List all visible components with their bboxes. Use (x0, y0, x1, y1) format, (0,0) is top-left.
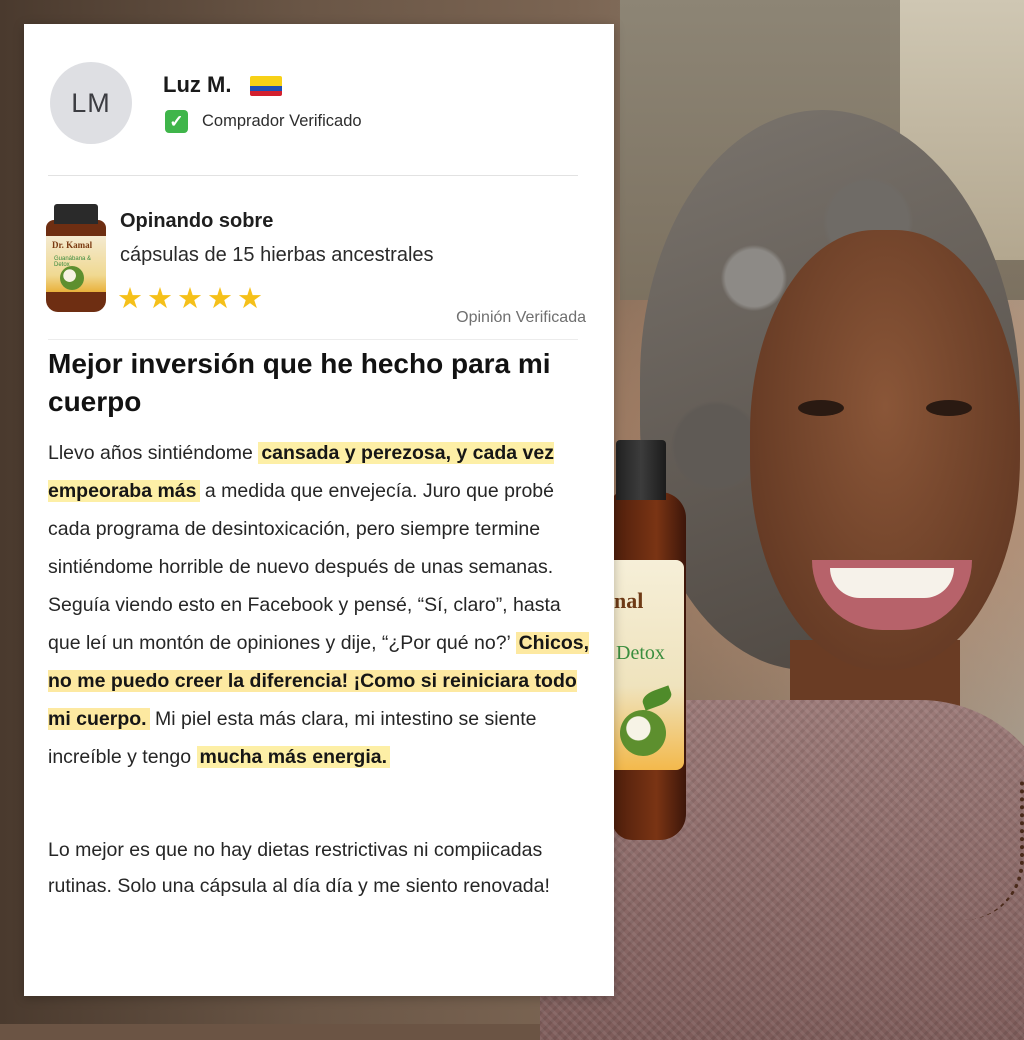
checkmark-icon: ✓ (165, 110, 188, 133)
highlighted-text: mucha más energia. (196, 746, 391, 768)
review-title: Mejor inversión que he hecho para mi cue… (48, 348, 551, 417)
teeth (830, 568, 954, 598)
review-card: LM Luz M. ✓ Comprador Verificado Dr. Kam… (24, 24, 614, 996)
reviewing-heading: Opinando sobre (120, 210, 274, 232)
fruit-icon (60, 266, 84, 290)
star-rating: ★ ★ ★ ★ ★ (117, 284, 263, 314)
divider (48, 339, 578, 340)
bottle-brand-text: nal (614, 588, 644, 613)
review-text: a medida que envejecía. Juro que probé c… (48, 480, 561, 654)
star-icon: ★ (117, 283, 143, 315)
smile (812, 560, 972, 630)
supplement-bottle: nal Detox (612, 440, 686, 840)
star-icon: ★ (147, 283, 173, 315)
review-closing-paragraph: Lo mejor es que no hay dietas restrictiv… (48, 839, 550, 897)
star-icon: ★ (237, 283, 263, 315)
review-text: Llevo años sintiéndome (48, 442, 259, 464)
face (750, 230, 1020, 670)
avatar: LM (50, 62, 132, 144)
thumb-subtitle: Guanábana & Detox (54, 256, 92, 268)
verified-buyer-label: Comprador Verificado (202, 112, 362, 130)
product-thumbnail: Dr. Kamal Guanábana & Detox (46, 204, 106, 312)
review-body: Llevo años sintiéndome cansada y perezos… (48, 434, 596, 776)
star-icon: ★ (207, 283, 233, 315)
product-name: cápsulas de 15 hierbas ancestrales (120, 244, 434, 266)
bottle-label: nal Detox (612, 560, 684, 770)
divider (48, 175, 578, 176)
reviewer-name: Luz M. (163, 72, 232, 97)
bottle-cap (616, 440, 666, 500)
left-eye (798, 400, 844, 416)
verified-opinion-label: Opinión Verificada (456, 309, 586, 326)
verified-buyer-badge: ✓ Comprador Verificado (165, 110, 362, 133)
right-eye (926, 400, 972, 416)
leaf-graphic (640, 685, 674, 711)
soursop-fruit-graphic (620, 710, 666, 756)
colombia-flag-icon (250, 76, 282, 96)
bottle-product-text: Detox (616, 642, 665, 664)
thumb-brand: Dr. Kamal (52, 240, 93, 250)
star-icon: ★ (177, 283, 203, 315)
